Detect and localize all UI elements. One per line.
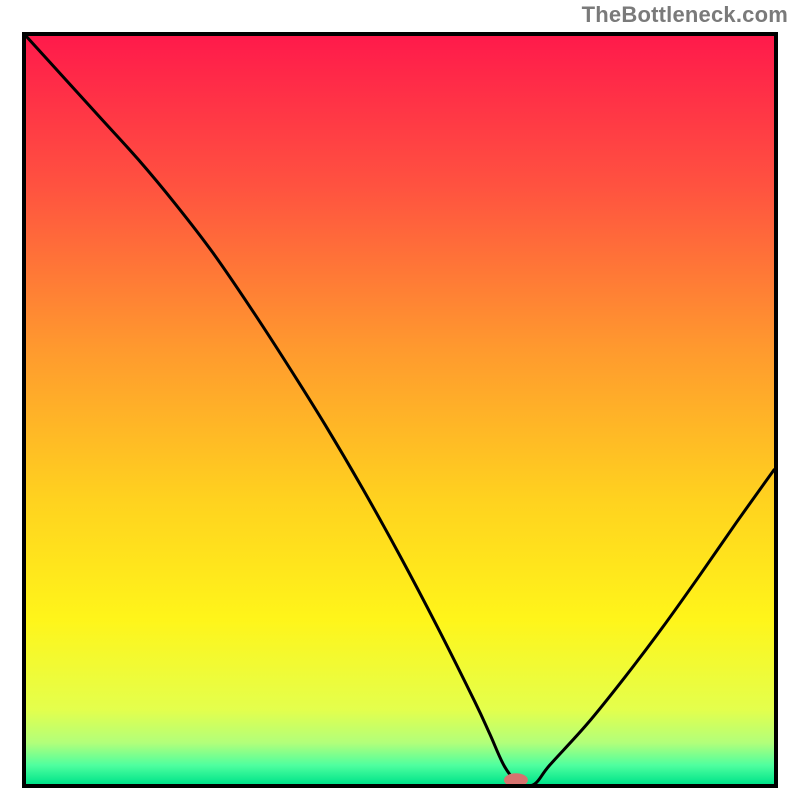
gradient-background [26,36,774,784]
chart-frame: TheBottleneck.com [0,0,800,800]
plot-area [22,32,778,788]
chart-svg [26,36,774,784]
watermark-text: TheBottleneck.com [582,2,788,28]
